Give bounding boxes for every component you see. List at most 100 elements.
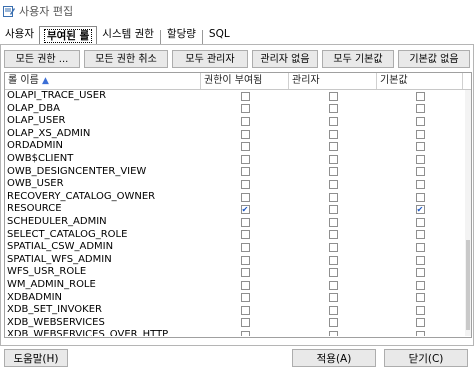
admin-checkbox[interactable] <box>328 331 338 336</box>
default-checkbox[interactable] <box>415 192 425 202</box>
admin-checkbox[interactable] <box>328 129 338 139</box>
default-checkbox[interactable] <box>415 179 425 189</box>
granted-checkbox[interactable] <box>240 179 250 189</box>
table-row[interactable]: WM_ADMIN_ROLE <box>5 279 465 292</box>
admin-checkbox[interactable] <box>328 142 338 152</box>
admin-checkbox[interactable] <box>328 318 338 328</box>
table-row[interactable]: OWB_USER <box>5 178 465 191</box>
granted-checkbox[interactable] <box>240 268 250 278</box>
default-checkbox[interactable] <box>415 230 425 240</box>
default-checkbox[interactable] <box>415 293 425 303</box>
close-button[interactable]: 닫기(C) <box>384 349 468 367</box>
default-checkbox[interactable] <box>415 318 425 328</box>
granted-checkbox[interactable]: ✔ <box>240 205 250 215</box>
granted-checkbox[interactable] <box>240 230 250 240</box>
all-default-button[interactable]: 모두 기본값 <box>322 50 394 68</box>
admin-checkbox[interactable] <box>328 91 338 101</box>
granted-checkbox[interactable] <box>240 242 250 252</box>
admin-checkbox[interactable] <box>328 242 338 252</box>
table-row[interactable]: RESOURCE ✔ ✔ <box>5 203 465 216</box>
granted-checkbox[interactable] <box>240 104 250 114</box>
granted-checkbox[interactable] <box>240 331 250 336</box>
default-checkbox[interactable] <box>415 305 425 315</box>
tab-system-privileges[interactable]: 시스템 권한 <box>97 24 159 44</box>
header-role-name[interactable]: 롤 이름 ▲ <box>5 73 201 89</box>
all-admin-button[interactable]: 모두 관리자 <box>172 50 248 68</box>
default-checkbox[interactable] <box>415 154 425 164</box>
granted-checkbox[interactable] <box>240 154 250 164</box>
granted-checkbox[interactable] <box>240 192 250 202</box>
granted-checkbox[interactable] <box>240 293 250 303</box>
admin-checkbox[interactable] <box>328 280 338 290</box>
granted-checkbox[interactable] <box>240 167 250 177</box>
no-admin-button[interactable]: 관리자 없음 <box>252 50 318 68</box>
admin-checkbox[interactable] <box>328 116 338 126</box>
default-checkbox[interactable] <box>415 280 425 290</box>
help-button[interactable]: 도움말(H) <box>4 349 68 367</box>
header-granted[interactable]: 권한이 부여됨 <box>201 73 289 89</box>
table-row[interactable]: SELECT_CATALOG_ROLE <box>5 229 465 242</box>
header-admin[interactable]: 관리자 <box>289 73 377 89</box>
table-row[interactable]: SPATIAL_WFS_ADMIN <box>5 254 465 267</box>
tab-user[interactable]: 사용자 <box>0 24 39 44</box>
granted-checkbox[interactable] <box>240 129 250 139</box>
default-checkbox[interactable] <box>415 167 425 177</box>
default-checkbox[interactable] <box>415 331 425 336</box>
default-checkbox[interactable] <box>415 268 425 278</box>
table-row[interactable]: RECOVERY_CATALOG_OWNER <box>5 191 465 204</box>
admin-checkbox[interactable] <box>328 104 338 114</box>
table-row[interactable]: XDB_WEBSERVICES <box>5 317 465 330</box>
default-checkbox[interactable] <box>415 129 425 139</box>
admin-checkbox[interactable] <box>328 179 338 189</box>
admin-checkbox[interactable] <box>328 192 338 202</box>
default-checkbox[interactable] <box>415 217 425 227</box>
admin-checkbox[interactable] <box>328 230 338 240</box>
default-checkbox[interactable] <box>415 142 425 152</box>
admin-checkbox[interactable] <box>328 293 338 303</box>
granted-checkbox[interactable] <box>240 280 250 290</box>
tab-quotas[interactable]: 할당량 <box>162 24 201 44</box>
granted-checkbox[interactable] <box>240 255 250 265</box>
table-row[interactable]: OWB$CLIENT <box>5 153 465 166</box>
table-row[interactable]: OWB_DESIGNCENTER_VIEW <box>5 166 465 179</box>
header-default[interactable]: 기본값 <box>377 73 463 89</box>
granted-checkbox[interactable] <box>240 91 250 101</box>
default-checkbox[interactable] <box>415 255 425 265</box>
table-row[interactable]: OLAP_DBA <box>5 103 465 116</box>
admin-checkbox[interactable] <box>328 167 338 177</box>
granted-checkbox[interactable] <box>240 142 250 152</box>
default-checkbox[interactable] <box>415 104 425 114</box>
table-row[interactable]: XDB_WEBSERVICES_OVER_HTTP <box>5 329 465 336</box>
table-row[interactable]: OLAPI_TRACE_USER <box>5 90 465 103</box>
tab-granted-roles[interactable]: 부여된 롤 <box>38 26 98 45</box>
table-row[interactable]: XDB_SET_INVOKER <box>5 304 465 317</box>
table-row[interactable]: XDBADMIN <box>5 292 465 305</box>
default-checkbox[interactable] <box>415 116 425 126</box>
vertical-scrollbar[interactable] <box>465 90 471 336</box>
table-row[interactable]: OLAP_XS_ADMIN <box>5 128 465 141</box>
admin-checkbox[interactable] <box>328 154 338 164</box>
no-default-button[interactable]: 기본값 없음 <box>398 50 470 68</box>
default-checkbox[interactable]: ✔ <box>415 205 425 215</box>
table-row[interactable]: SCHEDULER_ADMIN <box>5 216 465 229</box>
admin-checkbox[interactable] <box>328 305 338 315</box>
granted-checkbox[interactable] <box>240 305 250 315</box>
apply-button[interactable]: 적용(A) <box>292 349 376 367</box>
admin-checkbox[interactable] <box>328 217 338 227</box>
granted-checkbox[interactable] <box>240 217 250 227</box>
default-checkbox[interactable] <box>415 242 425 252</box>
scrollbar-thumb[interactable] <box>466 240 470 330</box>
table-row[interactable]: OLAP_USER <box>5 115 465 128</box>
admin-checkbox[interactable] <box>328 255 338 265</box>
default-checkbox[interactable] <box>415 91 425 101</box>
revoke-all-button[interactable]: 모든 권한 취소 <box>84 50 168 68</box>
granted-checkbox[interactable] <box>240 318 250 328</box>
grant-all-button[interactable]: 모든 권한 ... <box>4 50 80 68</box>
table-row[interactable]: WFS_USR_ROLE <box>5 266 465 279</box>
admin-checkbox[interactable] <box>328 205 338 215</box>
admin-checkbox[interactable] <box>328 268 338 278</box>
granted-checkbox[interactable] <box>240 116 250 126</box>
tab-sql[interactable]: SQL <box>204 24 235 44</box>
table-row[interactable]: ORDADMIN <box>5 140 465 153</box>
table-row[interactable]: SPATIAL_CSW_ADMIN <box>5 241 465 254</box>
